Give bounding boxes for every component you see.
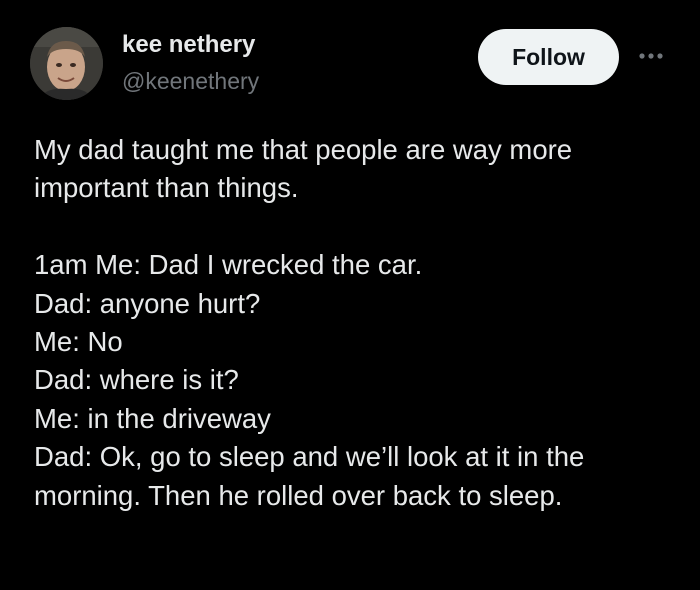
tweet-header: kee nethery @keenethery Follow — [0, 0, 700, 110]
tweet-line: Me: No — [34, 325, 123, 357]
tweet-text: My dad taught me that people are way mor… — [34, 131, 674, 515]
tweet-line: Dad: where is it? — [34, 364, 239, 396]
tweet-line: morning. Then he rolled over back to sle… — [34, 479, 563, 511]
display-name[interactable]: kee nethery — [122, 31, 255, 59]
avatar[interactable] — [30, 27, 103, 100]
profile-photo-icon — [30, 27, 103, 100]
tweet-line: My dad taught me that people are way mor… — [34, 134, 573, 165]
tweet-line: Me: in the driveway — [34, 402, 271, 434]
tweet-line: important than things. — [34, 172, 299, 204]
more-horizontal-icon[interactable] — [636, 44, 666, 68]
tweet-line: Dad: anyone hurt? — [34, 287, 261, 319]
follow-button[interactable]: Follow — [478, 29, 619, 85]
user-handle[interactable]: @keenethery — [122, 68, 259, 95]
tweet-line: Dad: Ok, go to sleep and we’ll look at i… — [34, 441, 585, 473]
tweet-line: 1am Me: Dad I wrecked the car. — [34, 249, 423, 281]
